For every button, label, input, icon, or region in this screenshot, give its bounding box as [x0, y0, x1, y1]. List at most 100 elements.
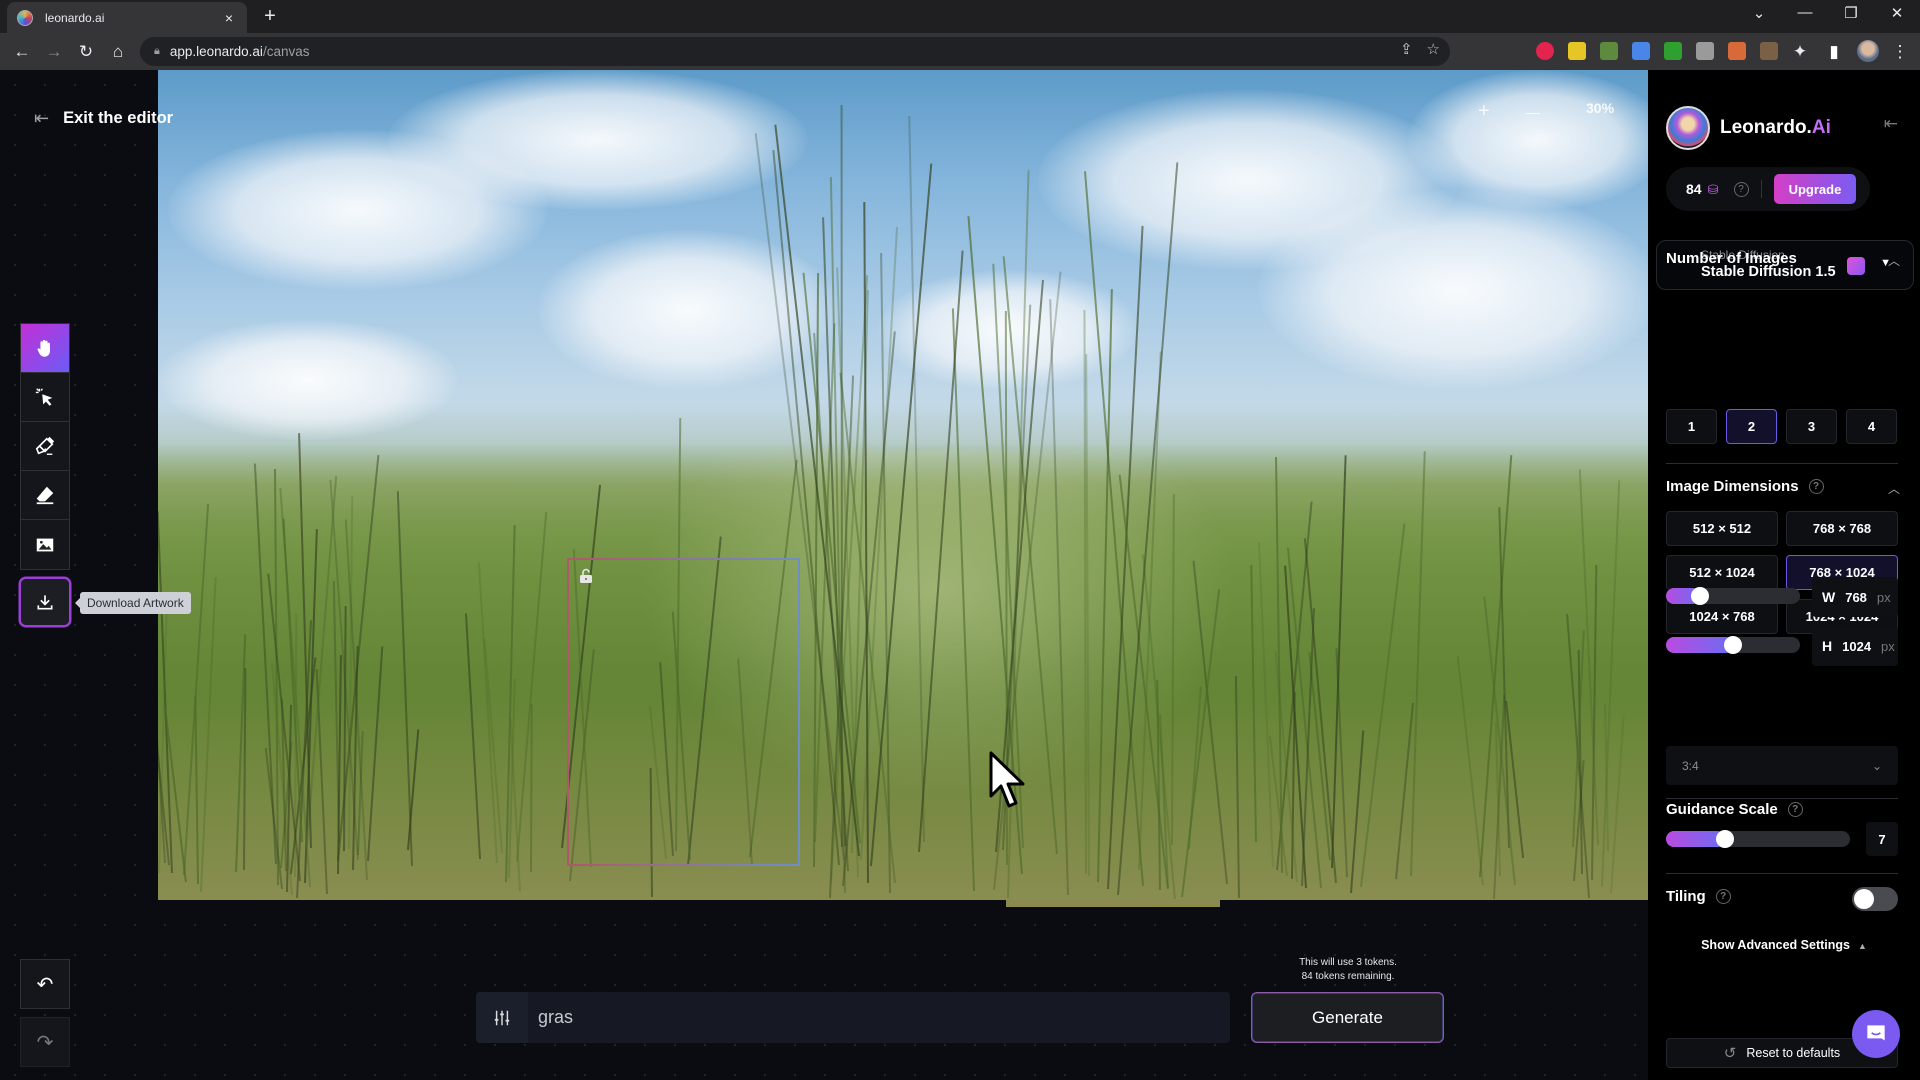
reload-button[interactable]: ↻ [74, 40, 98, 64]
tab-search-icon[interactable]: ⌄ [1744, 4, 1774, 22]
download-extension-icon[interactable] [1664, 42, 1682, 60]
generate-button[interactable]: Generate [1251, 992, 1444, 1043]
prompt-input[interactable] [528, 992, 1230, 1043]
width-slider[interactable] [1666, 587, 1800, 605]
exit-editor-button[interactable]: ⇤ Exit the editor [34, 108, 173, 129]
show-advanced-settings-button[interactable]: Show Advanced Settings ▲ [1648, 938, 1920, 952]
browser-toolbar: ← → ↻ ⌂ 🔒︎ app.leonardo.ai /canvas ⇪ ☆ ✦… [0, 33, 1920, 70]
brown-extension-icon[interactable] [1760, 42, 1778, 60]
prompt-settings-button[interactable] [476, 992, 528, 1043]
profile-avatar[interactable] [1856, 40, 1880, 64]
chat-icon [1867, 1025, 1885, 1041]
tab-close-icon[interactable]: × [221, 10, 237, 26]
guidance-slider-handle[interactable] [1715, 830, 1734, 848]
unlock-icon[interactable] [578, 568, 594, 584]
height-value: 1024 [1842, 638, 1872, 654]
rainbow-extension-icon[interactable] [1600, 42, 1618, 60]
tiling-title: Tiling ? [1666, 888, 1731, 905]
height-slider[interactable] [1666, 636, 1800, 654]
width-field[interactable]: W 768 px [1812, 577, 1898, 617]
divider [1666, 798, 1898, 799]
extensions-puzzle-icon[interactable]: ✦ [1788, 40, 1812, 64]
camera-extension-icon[interactable] [1696, 42, 1714, 60]
side-panel-icon[interactable]: ▮ [1822, 40, 1846, 64]
leonardo-logo-icon [1666, 106, 1710, 150]
help-icon[interactable]: ? [1787, 802, 1803, 817]
magic-cursor-icon [35, 388, 53, 406]
chat-support-button[interactable] [1852, 1010, 1900, 1058]
bookmark-star-icon[interactable]: ☆ [1427, 40, 1440, 58]
color-extension-icon[interactable] [1728, 42, 1746, 60]
help-icon[interactable]: ? [1808, 479, 1824, 494]
download-tooltip: Download Artwork [75, 592, 191, 614]
yellow-extension-icon[interactable] [1568, 42, 1586, 60]
dimension-option[interactable]: 768 × 768 [1786, 511, 1898, 546]
browser-tab[interactable]: leonardo.ai × [7, 2, 247, 33]
mouse-cursor-icon [989, 751, 1025, 808]
brand[interactable]: Leonardo.Ai [1666, 106, 1831, 150]
image-icon [36, 538, 54, 551]
address-bar[interactable]: 🔒︎ app.leonardo.ai /canvas ⇪ ☆ [140, 37, 1450, 66]
zoom-level[interactable]: 30% [1586, 100, 1614, 116]
num-images-option-3[interactable]: 3 [1786, 409, 1837, 444]
download-artwork-button[interactable] [20, 578, 70, 626]
zoom-in-button[interactable]: + [1478, 100, 1490, 123]
forward-button[interactable]: → [42, 40, 66, 64]
generation-frame[interactable] [567, 558, 800, 866]
erase-tool-button[interactable] [21, 471, 69, 520]
aspect-ratio-select[interactable]: 3:4 ⌄ [1666, 746, 1898, 785]
eraser-icon [36, 486, 54, 505]
dimension-option[interactable]: 512 × 1024 [1666, 555, 1778, 590]
zoom-out-button[interactable]: — [1526, 104, 1540, 120]
hand-icon [37, 339, 50, 357]
upgrade-button[interactable]: Upgrade [1773, 174, 1857, 204]
browser-tab-bar: leonardo.ai × + ⌄ — ❐ ✕ [0, 0, 1920, 33]
exit-editor-label: Exit the editor [63, 109, 174, 127]
canvas-artwork-edge [1006, 900, 1220, 907]
dimension-option[interactable]: 1024 × 768 [1666, 599, 1778, 634]
guidance-scale-slider[interactable] [1666, 830, 1850, 848]
num-images-option-1[interactable]: 1 [1666, 409, 1717, 444]
num-images-option-2[interactable]: 2 [1726, 409, 1777, 444]
collapse-number-of-images-icon[interactable]: ︿ [1888, 252, 1900, 269]
token-cost-info: This will use 3 tokens. 84 tokens remain… [1250, 956, 1446, 984]
canvas-editor: + — 30% ⇤ Exit the editor Download Artwo… [0, 70, 1920, 1080]
blue-extension-icon[interactable] [1632, 42, 1650, 60]
prompt-bar [476, 992, 1230, 1043]
dimension-option[interactable]: 512 × 512 [1666, 511, 1778, 546]
new-tab-button[interactable]: + [260, 6, 280, 26]
token-count: 84 [1686, 181, 1702, 197]
url-host: app.leonardo.ai [169, 44, 263, 59]
pan-tool-button[interactable] [21, 324, 69, 373]
draw-mask-tool-button[interactable] [21, 422, 69, 471]
close-window-button[interactable]: ✕ [1882, 4, 1912, 22]
width-value: 768 [1845, 589, 1867, 605]
home-button[interactable]: ⌂ [106, 40, 130, 64]
divider [1760, 180, 1762, 198]
guidance-scale-value[interactable]: 7 [1866, 822, 1898, 856]
height-slider-handle[interactable] [1724, 636, 1742, 654]
minimize-button[interactable]: — [1790, 4, 1820, 21]
share-icon[interactable]: ⇪ [1400, 40, 1413, 58]
tab-title: leonardo.ai [45, 10, 105, 25]
chevron-down-icon: ⌄ [1871, 758, 1882, 773]
tiling-toggle[interactable] [1852, 887, 1898, 911]
select-tool-button[interactable] [21, 373, 69, 422]
width-slider-handle[interactable] [1690, 587, 1709, 605]
paintbrush-icon [35, 436, 55, 455]
redo-button[interactable]: ↷ [20, 1017, 70, 1067]
restore-button[interactable]: ❐ [1836, 4, 1866, 22]
undo-button[interactable]: ↶ [20, 959, 70, 1009]
height-field[interactable]: H 1024 px [1812, 626, 1898, 666]
help-icon[interactable]: ? [1733, 181, 1749, 197]
browser-menu-icon[interactable]: ⋮ [1888, 40, 1912, 64]
canvas-artwork[interactable] [158, 70, 1648, 900]
num-images-option-4[interactable]: 4 [1846, 409, 1897, 444]
help-icon[interactable]: ? [1715, 889, 1731, 904]
adblock-plus-icon[interactable] [1536, 42, 1554, 60]
image-upload-tool-button[interactable] [21, 520, 69, 569]
collapse-panel-icon[interactable]: ⇤ [1884, 114, 1898, 134]
back-button[interactable]: ← [10, 40, 34, 64]
collapse-image-dimensions-icon[interactable]: ︿ [1888, 480, 1900, 497]
divider [1666, 873, 1898, 874]
